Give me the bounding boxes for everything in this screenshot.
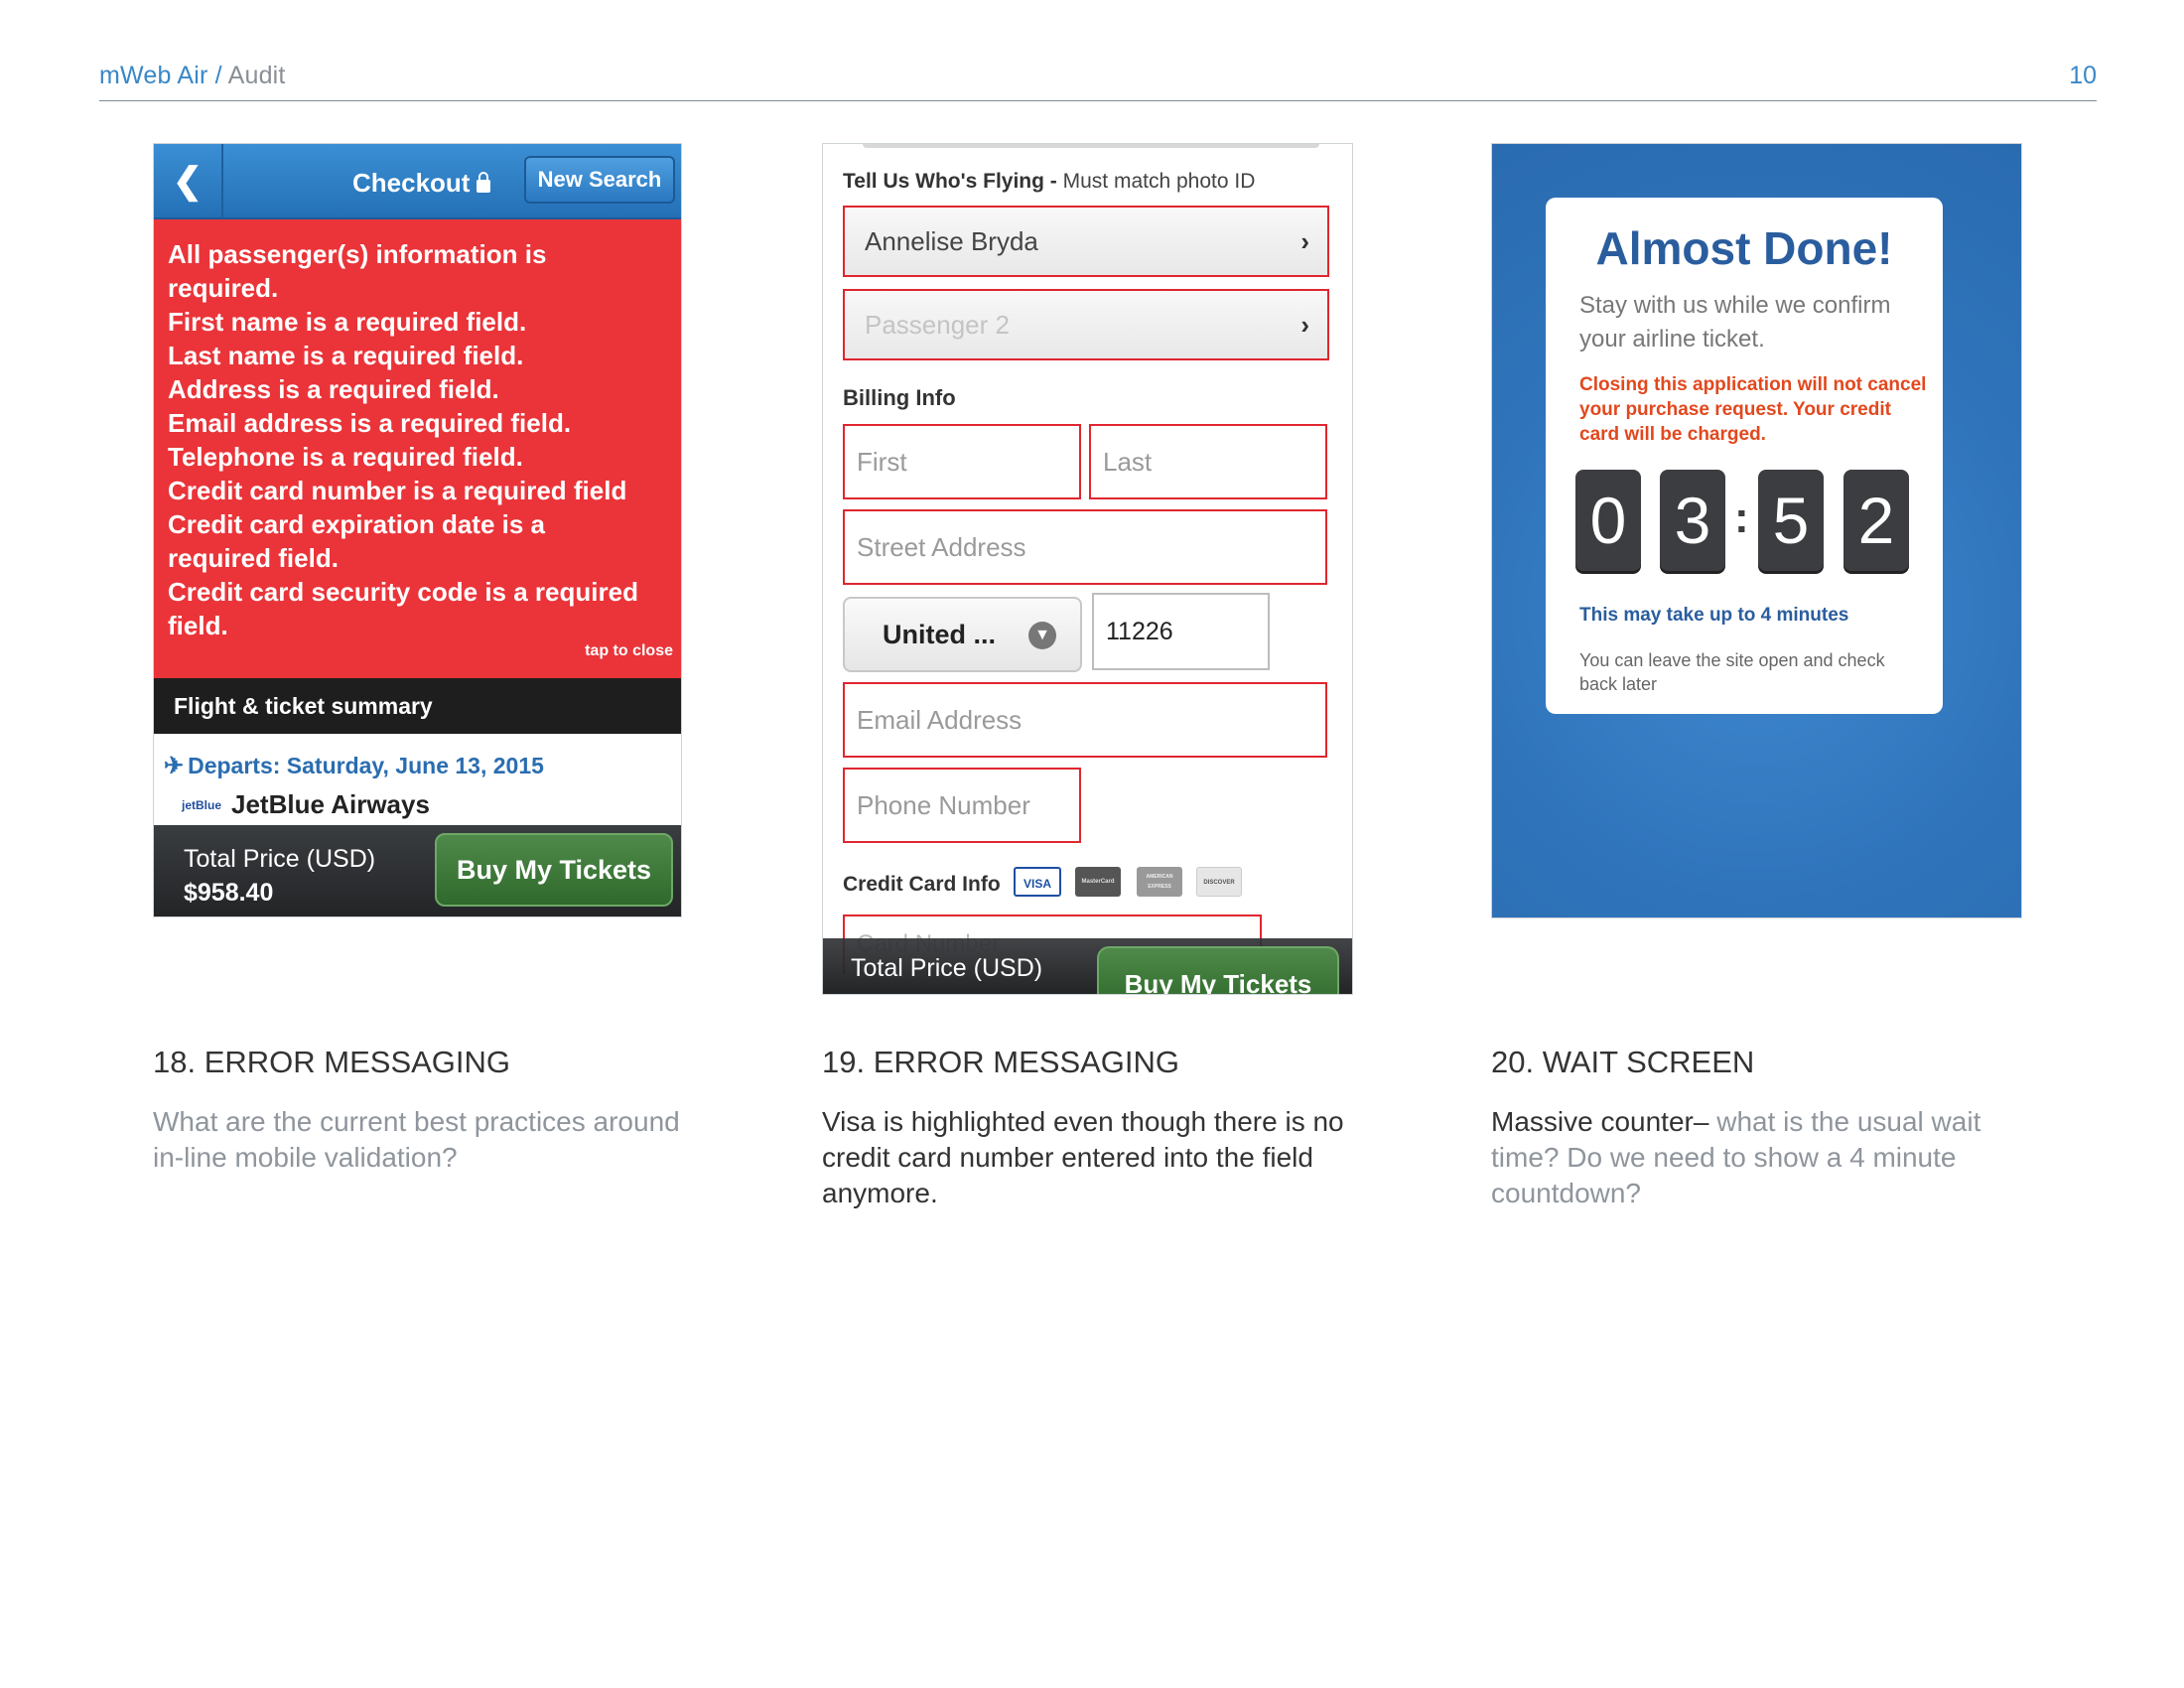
error-line: required field. [168, 543, 339, 573]
checkout-title-text: Checkout [352, 168, 471, 198]
screenshot-wait-screen: Almost Done! Stay with us while we confi… [1491, 143, 2022, 918]
passengers-note: Must match photo ID [1062, 170, 1256, 193]
countdown-digit: 3 [1660, 470, 1725, 571]
airline-name: JetBlue Airways [231, 789, 430, 819]
wait-card: Almost Done! Stay with us while we confi… [1546, 198, 1943, 714]
screenshot-billing-form: Tell Us Who's Flying - Must match photo … [822, 143, 1353, 995]
total-price-value: $958.40 [184, 879, 274, 907]
billing-footer: Total Price (USD) Buy My Tickets [823, 938, 1352, 994]
flight-summary-header[interactable]: Flight & ticket summary [154, 678, 681, 734]
last-name-field[interactable]: Last [1089, 424, 1327, 499]
chevron-down-icon: ▼ [1028, 622, 1056, 649]
header-divider [99, 100, 2097, 101]
amex-card-icon: AMERICAN EXPRESS [1137, 867, 1182, 897]
caption-title-18: 18. ERROR MESSAGING [153, 1045, 511, 1079]
chevron-right-icon: › [1300, 226, 1309, 256]
leave-site-note: You can leave the site open and check ba… [1579, 650, 1885, 694]
passenger-2-placeholder: Passenger 2 [865, 310, 1010, 340]
chevron-right-icon: › [1300, 310, 1309, 340]
mastercard-icon: MasterCard [1075, 867, 1121, 897]
wait-title: Almost Done! [1595, 222, 1893, 274]
credit-card-heading: Credit Card Info [843, 873, 1001, 896]
countdown-digit: 5 [1758, 470, 1824, 571]
email-field[interactable]: Email Address [843, 682, 1327, 758]
header-section: Audit [227, 62, 286, 89]
header-separator: / [214, 62, 222, 89]
passenger-1-name: Annelise Bryda [865, 226, 1038, 256]
new-search-button[interactable]: New Search [524, 156, 675, 204]
passengers-title: Tell Us Who's Flying - [843, 170, 1057, 193]
error-line: field. [168, 611, 228, 640]
screenshot-checkout-errors: ❮ Checkout New Search All passenger(s) i… [153, 143, 682, 917]
wait-warning: Closing this application will not cancel… [1579, 374, 1927, 445]
error-line: Credit card expiration date is a [168, 509, 546, 539]
error-line: All passenger(s) information is [168, 239, 547, 269]
airplane-icon: ✈ [164, 753, 185, 779]
caption-text-19: Visa is highlighted even though there is… [822, 1106, 1344, 1208]
wait-duration-note: This may take up to 4 minutes [1579, 605, 1849, 626]
phone-field[interactable]: Phone Number [843, 768, 1081, 843]
country-value: United ... [883, 620, 996, 649]
billing-heading: Billing Info [843, 385, 956, 410]
checkout-nav-bar: ❮ Checkout New Search [154, 144, 681, 219]
total-price-label: Total Price (USD) [851, 954, 1043, 982]
passenger-2-row[interactable]: Passenger 2 › [843, 289, 1329, 360]
countdown-digit: 2 [1843, 470, 1909, 571]
top-edge [863, 144, 1319, 148]
departure-info: ✈ Departs: Saturday, June 13, 2015 [164, 752, 544, 780]
caption-title-20: 20. WAIT SCREEN [1491, 1045, 1755, 1079]
street-address-field[interactable]: Street Address [843, 509, 1327, 585]
passenger-1-row[interactable]: Annelise Bryda › [843, 206, 1329, 277]
discover-card-icon: DISCOVER [1196, 867, 1242, 897]
visa-card-icon: VISA [1014, 867, 1061, 897]
error-line: Telephone is a required field. [168, 442, 523, 472]
departure-date: Departs: Saturday, June 13, 2015 [188, 753, 544, 778]
error-line: Last name is a required field. [168, 341, 524, 370]
caption-title-19: 19. ERROR MESSAGING [822, 1045, 1180, 1079]
country-select[interactable]: United ... ▼ [843, 597, 1082, 672]
checkout-footer: Total Price (USD) $958.40 Buy My Tickets [154, 825, 681, 916]
chevron-left-icon: ❮ [172, 160, 204, 201]
tap-to-close-link[interactable]: tap to close [585, 642, 673, 660]
caption-text-20-lead: Massive counter– [1491, 1106, 1709, 1137]
caption-text-20: Massive counter– what is the usual wait … [1491, 1104, 2007, 1211]
error-line: Email address is a required field. [168, 408, 572, 438]
document-header: mWeb Air / Audit [99, 62, 286, 90]
buy-tickets-button[interactable]: Buy My Tickets [435, 833, 673, 907]
header-app-name: mWeb Air [99, 62, 208, 89]
error-line: First name is a required field. [168, 307, 527, 337]
error-message-panel[interactable]: All passenger(s) information is required… [154, 219, 681, 678]
wait-subtitle: Stay with us while we confirm your airli… [1579, 292, 1891, 352]
page-number: 10 [2069, 62, 2097, 89]
back-button[interactable]: ❮ [154, 144, 223, 217]
caption-text-18: What are the current best practices arou… [153, 1106, 680, 1173]
error-line: Credit card number is a required field [168, 476, 627, 505]
checkout-title: Checkout [352, 168, 491, 199]
error-line: Credit card security code is a required [168, 577, 638, 607]
jetblue-logo: jetBlue [182, 798, 222, 812]
lock-icon [477, 172, 491, 193]
passengers-heading: Tell Us Who's Flying - Must match photo … [843, 170, 1255, 194]
airline-info: jetBlue JetBlue Airways [182, 789, 430, 820]
error-line: Address is a required field. [168, 374, 499, 404]
zip-code-field[interactable]: 11226 [1092, 593, 1270, 670]
countdown-digit: 0 [1575, 470, 1641, 571]
countdown-colon: : [1734, 493, 1749, 542]
buy-tickets-button[interactable]: Buy My Tickets [1097, 946, 1339, 994]
total-price-label: Total Price (USD) [184, 845, 376, 873]
first-name-field[interactable]: First [843, 424, 1081, 499]
error-line: required. [168, 273, 279, 303]
